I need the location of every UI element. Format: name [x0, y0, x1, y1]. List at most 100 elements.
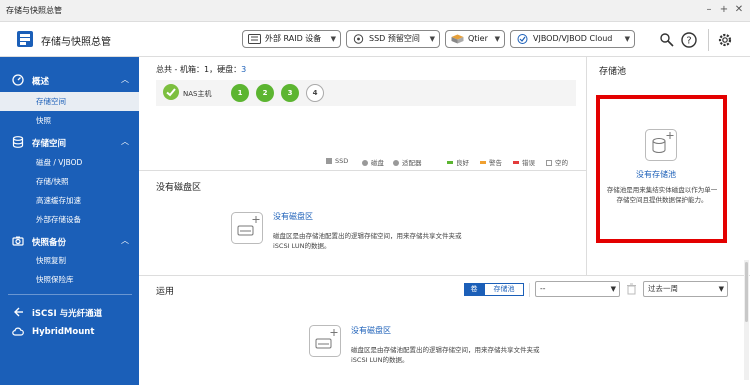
disk-slot-2[interactable]: 2	[256, 84, 274, 102]
volume-section-title: 没有磁盘区	[156, 183, 202, 193]
legend-good: 良好	[447, 157, 469, 167]
legend-adapter: 适配器	[393, 157, 422, 167]
camera-icon	[12, 236, 24, 246]
sidebar-item-storage-snapshot[interactable]: 存储/快照	[0, 172, 139, 191]
vjbod-cloud-icon	[517, 34, 528, 44]
disk-count: 3	[241, 65, 247, 74]
nas-host-label: NAS主机	[183, 90, 212, 98]
sidebar-group-storage[interactable]: 存储空间 ︿	[0, 131, 139, 153]
sidebar-item-cache-acceleration[interactable]: 高速缓存加速	[0, 191, 139, 210]
external-raid-icon	[248, 34, 261, 44]
disk-legend-swatch	[362, 160, 368, 166]
iscsi-icon	[14, 307, 23, 317]
good-legend-swatch	[447, 161, 453, 164]
close-button[interactable]: ✕	[733, 3, 745, 17]
usage-no-volume-link[interactable]: 没有磁盘区	[351, 325, 391, 336]
error-legend-swatch	[513, 161, 519, 164]
database-icon	[12, 136, 24, 148]
main-content: 总共 - 机箱：1，硬盘：3 NAS主机 1 2 3 4 SSD 磁盘 适配器 …	[139, 57, 750, 385]
toolbar-divider	[708, 29, 709, 51]
storage-pool-description: 存储池是用来集结实体磁盘以作为单一存储空间且提供数据保护能力。	[606, 186, 718, 204]
legend-empty: 空的	[546, 157, 568, 167]
check-icon	[163, 84, 179, 100]
enclosure-summary: 总共 - 机箱：1，硬盘：3	[156, 64, 246, 75]
legend-error: 错误	[513, 157, 535, 167]
time-period-select[interactable]: 过去一周 ▼	[643, 281, 728, 297]
disk-slot-3[interactable]: 3	[281, 84, 299, 102]
sidebar-group-label: 概述	[32, 77, 50, 87]
usage-title: 运用	[156, 287, 175, 297]
disk-slot-1[interactable]: 1	[231, 84, 249, 102]
cloud-icon	[12, 327, 24, 336]
ssd-profiling-label: SSD 预留空间	[369, 34, 420, 43]
sidebar-item-disk-vjbod[interactable]: 磁盘 / VJBOD	[0, 153, 139, 172]
qtier-icon	[451, 34, 464, 44]
ssd-legend-swatch	[326, 158, 332, 164]
gear-icon[interactable]	[717, 32, 733, 48]
storage-pool-add-icon[interactable]	[645, 129, 677, 161]
tab-volume[interactable]: 卷	[464, 283, 484, 296]
qtier-button[interactable]: Qtier ▼	[445, 30, 505, 48]
tab-storage-pool[interactable]: 存储池	[484, 283, 524, 296]
sidebar-item-iscsi[interactable]: iSCSI 与光纤通道	[0, 301, 139, 323]
sidebar-group-overview[interactable]: 概述 ︿	[0, 69, 139, 91]
select-value: --	[540, 284, 546, 293]
app-header: 存储与快照总管 外部 RAID 设备 ▼ SSD 预留空间 ▼ Qtier ▼	[0, 22, 750, 57]
sidebar-group-label: 存储空间	[32, 139, 67, 149]
qtier-label: Qtier	[468, 34, 488, 43]
chevron-up-icon: ︿	[121, 137, 129, 146]
maximize-button[interactable]: +	[718, 3, 730, 17]
sidebar-item-snapshot[interactable]: 快照	[0, 111, 139, 130]
summary-disk-prefix: ，硬盘：	[209, 65, 242, 74]
usage-volume-add-icon[interactable]	[309, 325, 341, 357]
svg-text:?: ?	[686, 36, 691, 47]
nas-disk-strip: NAS主机 1 2 3 4	[156, 80, 576, 106]
volume-add-icon[interactable]	[231, 212, 263, 244]
ssd-profiling-button[interactable]: SSD 预留空间 ▼	[346, 30, 440, 48]
minimize-button[interactable]: –	[703, 3, 715, 17]
legend-ssd: SSD	[326, 157, 348, 165]
volume-description-line1: 磁盘区是由存储池配置出的逻辑存储空间，用来存储共享文件夹或	[273, 232, 462, 240]
adapter-legend-swatch	[393, 160, 399, 166]
ssd-icon	[353, 34, 364, 44]
legend-warning: 警告	[480, 157, 502, 167]
dropdown-arrow-icon: ▼	[610, 285, 616, 293]
legend-label: SSD	[335, 157, 349, 165]
sidebar-divider	[8, 294, 132, 295]
sidebar-item-hybridmount[interactable]: HybridMount	[0, 321, 139, 343]
vjbod-button[interactable]: VJBOD/VJBOD Cloud ▼	[510, 30, 635, 48]
chevron-up-icon: ︿	[121, 236, 129, 245]
legend-label: 磁盘	[371, 159, 384, 167]
usage-description-line2: iSCSI LUN的数据。	[351, 356, 409, 364]
sidebar-item-external-storage[interactable]: 外部存储设备	[0, 210, 139, 229]
diagnostic-tool-icon[interactable]	[659, 32, 675, 48]
volume-description-line2: iSCSI LUN的数据。	[273, 242, 331, 250]
external-raid-label: 外部 RAID 设备	[265, 34, 322, 43]
summary-prefix: 总共 - 机箱：	[156, 65, 204, 74]
sidebar-item-snapshot-replica[interactable]: 快照复制	[0, 251, 139, 270]
external-raid-button[interactable]: 外部 RAID 设备 ▼	[242, 30, 341, 48]
sidebar-group-snapshot-backup[interactable]: 快照备份 ︿	[0, 230, 139, 252]
disk-slot-4[interactable]: 4	[306, 84, 324, 102]
scrollbar-thumb[interactable]	[745, 262, 748, 322]
sidebar-item-snapshot-vault[interactable]: 快照保险库	[0, 270, 139, 289]
legend-label: 适配器	[402, 159, 422, 167]
panel-divider	[139, 275, 750, 276]
vjbod-label: VJBOD/VJBOD Cloud	[533, 34, 613, 43]
app-title: 存储与快照总管	[41, 37, 111, 48]
help-icon[interactable]: ?	[681, 32, 697, 48]
no-volume-link[interactable]: 没有磁盘区	[273, 211, 313, 222]
usage-description-line1: 磁盘区是由存储池配置出的逻辑存储空间，用来存储共享文件夹或	[351, 346, 540, 354]
panel-divider	[139, 170, 586, 171]
chevron-up-icon: ︿	[121, 75, 129, 84]
sidebar-item-storage-space[interactable]: 存储空间	[0, 92, 139, 111]
usage-filter-select[interactable]: -- ▼	[535, 281, 620, 297]
trash-icon[interactable]	[626, 283, 637, 295]
select-value: 过去一周	[648, 284, 678, 293]
panel-divider-vertical	[586, 57, 587, 275]
storage-manager-icon	[17, 31, 33, 47]
no-storage-pool-link[interactable]: 没有存储池	[636, 169, 676, 180]
empty-legend-swatch	[546, 160, 552, 166]
chevron-down-icon: ▼	[494, 35, 500, 43]
legend-label: 良好	[456, 159, 469, 167]
